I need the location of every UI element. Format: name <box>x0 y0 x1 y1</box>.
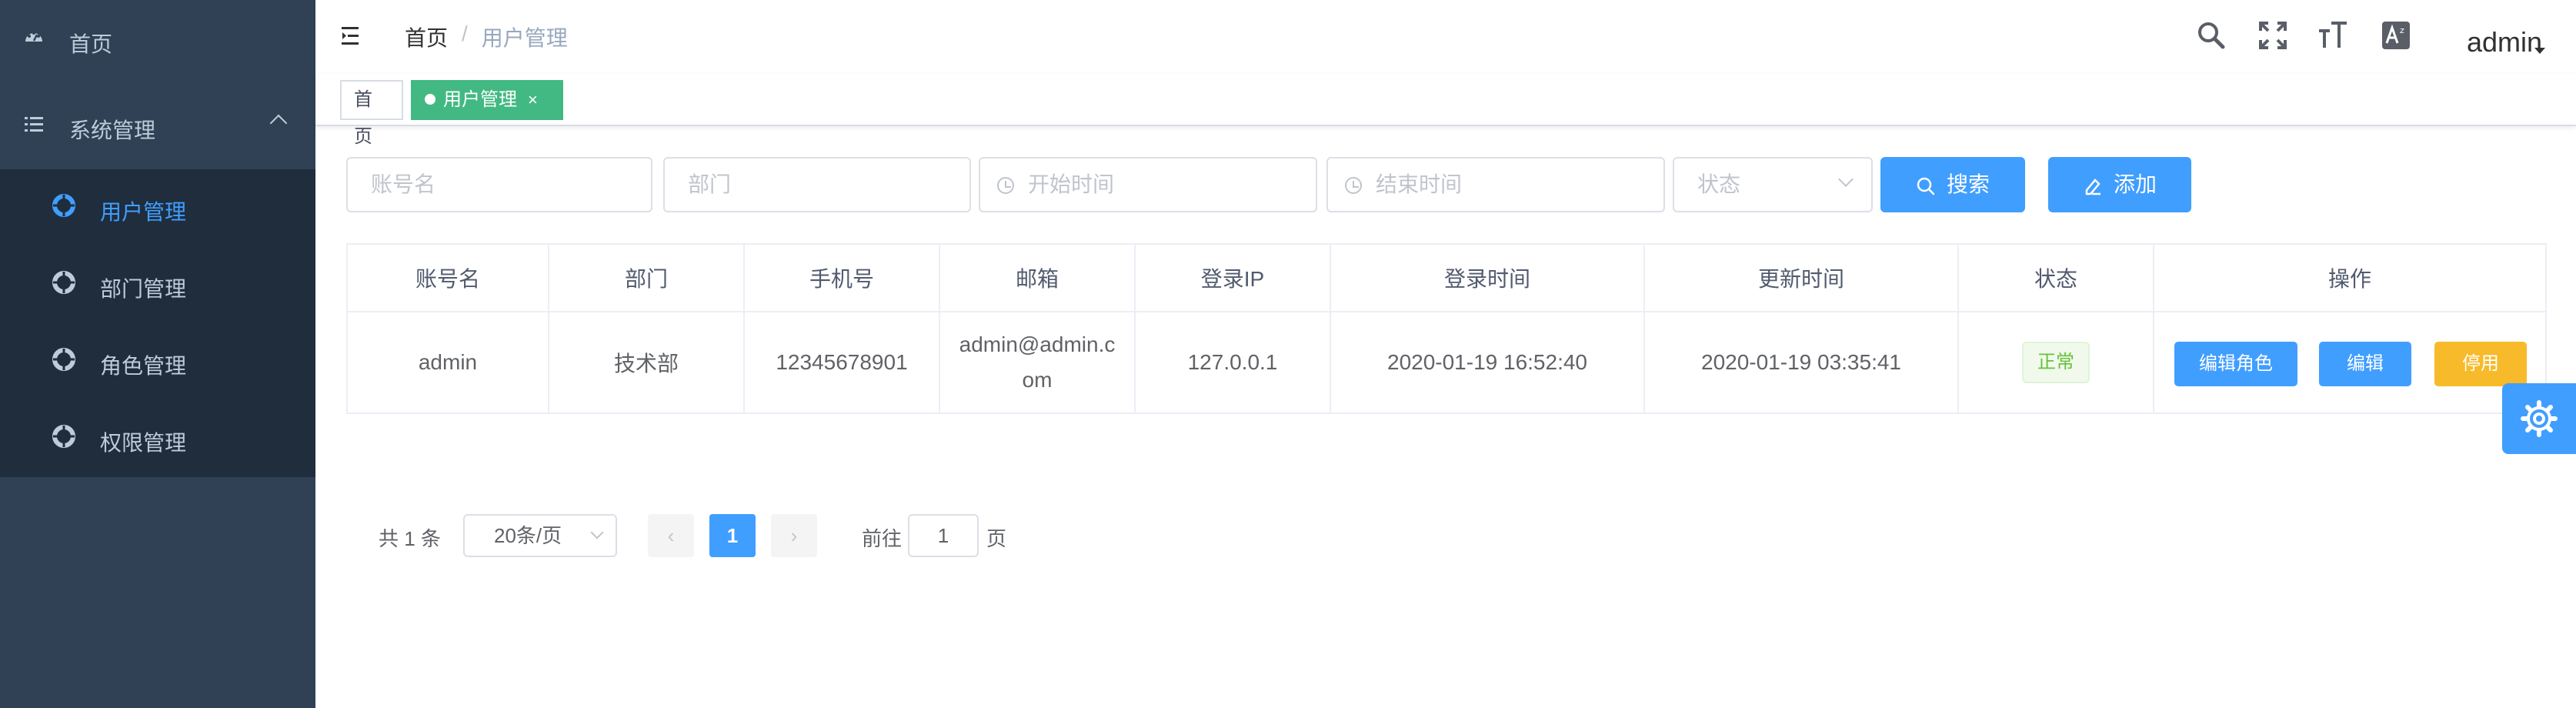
dashboard-icon <box>25 32 42 42</box>
font-size-icon[interactable] <box>2317 20 2348 51</box>
menu-item-icon <box>52 425 75 448</box>
table-header-cell: 登录时间 <box>1331 245 1645 312</box>
sidebar-item-home[interactable]: 首页 <box>0 0 315 83</box>
caret-down-icon[interactable] <box>2534 48 2545 54</box>
table-cell-phone: 12345678901 <box>745 312 940 412</box>
sidebar-item-label: 权限管理 <box>100 431 187 455</box>
close-icon[interactable]: × <box>528 90 538 109</box>
table-header-cell: 部门 <box>549 245 745 312</box>
sidebar-item-departments[interactable]: 部门管理 <box>0 246 315 323</box>
page-number-current[interactable]: 1 <box>709 514 756 557</box>
tag-home[interactable]: 首页 <box>340 80 403 147</box>
menu-item-icon <box>52 348 75 371</box>
fullscreen-icon[interactable] <box>2257 20 2288 51</box>
sidebar-item-roles[interactable]: 角色管理 <box>0 323 315 400</box>
sidebar-item-users[interactable]: 用户管理 <box>0 169 315 246</box>
table-cell-login-time: 2020-01-19 16:52:40 <box>1331 312 1645 412</box>
placeholder-text: 部门 <box>688 172 732 196</box>
goto-page-input[interactable]: 1 <box>908 514 979 557</box>
chevron-down-icon <box>1838 172 1854 187</box>
page-size-value: 20条/页 <box>494 524 562 547</box>
table-header-cell: 更新时间 <box>1645 245 1959 312</box>
search-icon[interactable] <box>2196 20 2227 51</box>
table-cell-status: 正常 <box>1959 312 2154 412</box>
sidebar-item-label: 角色管理 <box>100 354 187 378</box>
user-menu[interactable]: admin <box>2467 26 2542 58</box>
placeholder-text: 结束时间 <box>1376 172 1463 196</box>
sidebar-item-label: 系统管理 <box>69 119 156 142</box>
sidebar-item-label: 部门管理 <box>100 277 187 301</box>
navbar-right: z admin <box>315 0 2576 74</box>
list-icon <box>25 117 43 132</box>
placeholder-text: 开始时间 <box>1028 172 1115 196</box>
navbar: 首页 / 用户管理 z admin <box>315 0 2576 74</box>
chevron-down-icon <box>590 526 604 539</box>
start-time-picker[interactable]: 开始时间 <box>979 157 1317 212</box>
active-dot-icon <box>425 94 435 105</box>
tags-view: 首页 用户管理 × <box>315 74 2576 147</box>
svg-text:z: z <box>2400 25 2404 35</box>
settings-button[interactable] <box>2502 383 2576 454</box>
search-button[interactable]: 搜索 <box>1880 157 2025 212</box>
end-time-picker[interactable]: 结束时间 <box>1326 157 1665 212</box>
placeholder-text: 状态 <box>1697 172 1741 196</box>
edit-icon <box>2085 178 2101 195</box>
menu-item-icon <box>52 271 75 294</box>
page-size-select[interactable]: 20条/页 <box>463 514 617 557</box>
clock-icon <box>997 177 1014 194</box>
chevron-up-icon <box>269 114 288 132</box>
status-select[interactable]: 状态 <box>1673 157 1873 212</box>
sidebar-item-system[interactable]: 系统管理 <box>0 83 315 169</box>
settings-gear-icon <box>2521 400 2558 437</box>
sidebar-item-label: 首页 <box>69 32 113 56</box>
tag-label: 首页 <box>354 89 372 147</box>
search-button-label: 搜索 <box>1946 172 1990 196</box>
table-header-cell: 状态 <box>1959 245 2154 312</box>
table-cell-account: admin <box>348 312 549 412</box>
table-cell-dept: 技术部 <box>549 312 745 412</box>
table-header-cell: 账号名 <box>348 245 549 312</box>
edit-role-button[interactable]: 编辑角色 <box>2174 342 2297 386</box>
prev-page-button[interactable]: ‹ <box>648 514 694 557</box>
table-cell-ip: 127.0.0.1 <box>1136 312 1331 412</box>
translate-icon[interactable]: z <box>2381 20 2411 51</box>
pagination-total: 共 1 条 <box>379 527 441 550</box>
add-button-label: 添加 <box>2113 172 2157 196</box>
status-badge: 正常 <box>2022 342 2090 383</box>
page-suffix-label: 页 <box>986 527 1007 550</box>
edit-button[interactable]: 编辑 <box>2319 342 2411 386</box>
table-cell-update-time: 2020-01-19 03:35:41 <box>1645 312 1959 412</box>
goto-label: 前往 <box>862 527 903 550</box>
sidebar-item-permissions[interactable]: 权限管理 <box>0 400 315 477</box>
table-header-cell: 登录IP <box>1136 245 1331 312</box>
account-input[interactable]: 账号名 <box>346 157 652 212</box>
department-input[interactable]: 部门 <box>663 157 971 212</box>
sidebar-item-label: 用户管理 <box>100 200 187 224</box>
sidebar: 首页 系统管理 用户管理 部门管理 角色管理 权限管理 <box>0 0 315 708</box>
users-table: 账号名 部门 手机号 邮箱 登录IP 登录时间 更新时间 状态 操作 admin… <box>346 243 2547 414</box>
sidebar-submenu: 用户管理 部门管理 角色管理 权限管理 <box>0 169 315 477</box>
search-icon <box>1917 177 1935 195</box>
add-button[interactable]: 添加 <box>2048 157 2191 212</box>
placeholder-text: 账号名 <box>371 172 436 196</box>
next-page-button[interactable]: › <box>771 514 817 557</box>
tag-label: 用户管理 <box>443 89 517 110</box>
table-header-cell: 手机号 <box>745 245 940 312</box>
table-header-cell: 操作 <box>2154 245 2545 312</box>
table-header-cell: 邮箱 <box>940 245 1136 312</box>
menu-item-icon <box>52 194 75 217</box>
table-cell-email: admin@admin.com <box>940 312 1136 412</box>
disable-button[interactable]: 停用 <box>2434 342 2527 386</box>
clock-icon <box>1345 177 1362 194</box>
tag-users[interactable]: 用户管理 × <box>411 80 563 120</box>
